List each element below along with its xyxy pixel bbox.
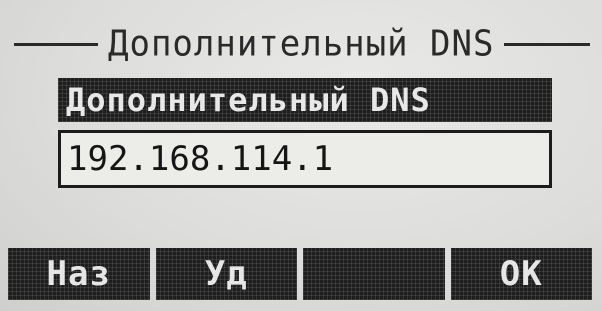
softkey-bar: Наз Уд OK	[0, 248, 602, 300]
title-divider-left	[14, 42, 98, 46]
phone-lcd-screen: Дополнительный DNS Дополнительный DNS На…	[0, 0, 602, 311]
ok-softkey[interactable]: OK	[450, 248, 592, 300]
title-divider-right	[504, 42, 590, 46]
screen-title-bar: Дополнительный DNS	[14, 22, 590, 66]
field-label: Дополнительный DNS	[58, 78, 552, 122]
delete-softkey[interactable]: Уд	[155, 248, 297, 300]
empty-softkey[interactable]	[303, 248, 445, 300]
screen-title: Дополнительный DNS	[108, 23, 495, 65]
dns-address-input[interactable]	[58, 130, 552, 188]
back-softkey[interactable]: Наз	[8, 248, 150, 300]
